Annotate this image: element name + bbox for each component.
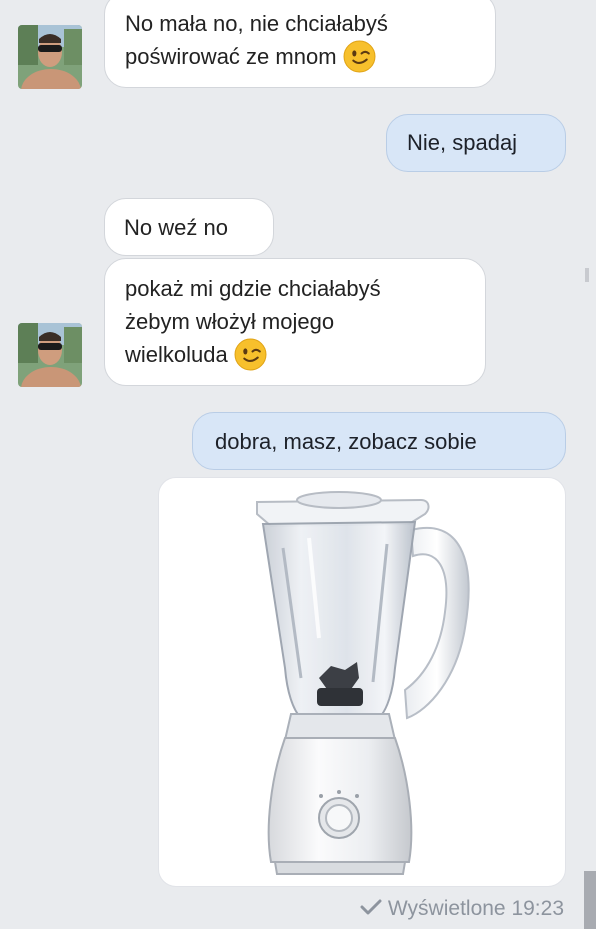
message-text-line: poświrować ze mnom xyxy=(125,40,495,75)
incoming-message[interactable]: pokaż mi gdzie chciałabyś żebym włożył m… xyxy=(104,258,486,386)
winking-face-icon xyxy=(234,338,267,371)
message-text: wielkoluda xyxy=(125,342,228,367)
sender-avatar[interactable] xyxy=(18,323,82,387)
message-text: Nie, spadaj xyxy=(407,130,518,155)
avatar-photo xyxy=(18,323,82,387)
incoming-message[interactable]: No mała no, nie chciałabyś poświrować ze… xyxy=(104,0,496,88)
message-text-line: wielkoluda xyxy=(125,338,485,373)
incoming-message[interactable]: No weź no xyxy=(104,198,274,256)
scrollbar-thumb[interactable] xyxy=(584,871,596,929)
outgoing-message[interactable]: dobra, masz, zobacz sobie xyxy=(192,412,566,470)
avatar-photo xyxy=(18,25,82,89)
message-text: dobra, masz, zobacz sobie xyxy=(215,429,477,454)
message-text-line: pokaż mi gdzie chciałabyś xyxy=(125,276,381,301)
scrollbar-thumb[interactable] xyxy=(585,268,589,282)
photo-attachment[interactable] xyxy=(158,477,566,887)
message-text: No weź no xyxy=(124,215,228,240)
checkmark-icon xyxy=(360,899,382,915)
sender-avatar[interactable] xyxy=(18,25,82,89)
message-text-line: żebym włożył mojego xyxy=(125,309,335,334)
blender-image xyxy=(256,491,470,875)
seen-text: Wyświetlone 19:23 xyxy=(387,897,564,920)
message-text-line: No mała no, nie chciałabyś xyxy=(125,11,388,36)
outgoing-message[interactable]: Nie, spadaj xyxy=(386,114,566,172)
seen-status: Wyświetlone 19:23 xyxy=(360,897,564,921)
message-text: poświrować ze mnom xyxy=(125,44,337,69)
winking-face-icon xyxy=(343,40,375,73)
